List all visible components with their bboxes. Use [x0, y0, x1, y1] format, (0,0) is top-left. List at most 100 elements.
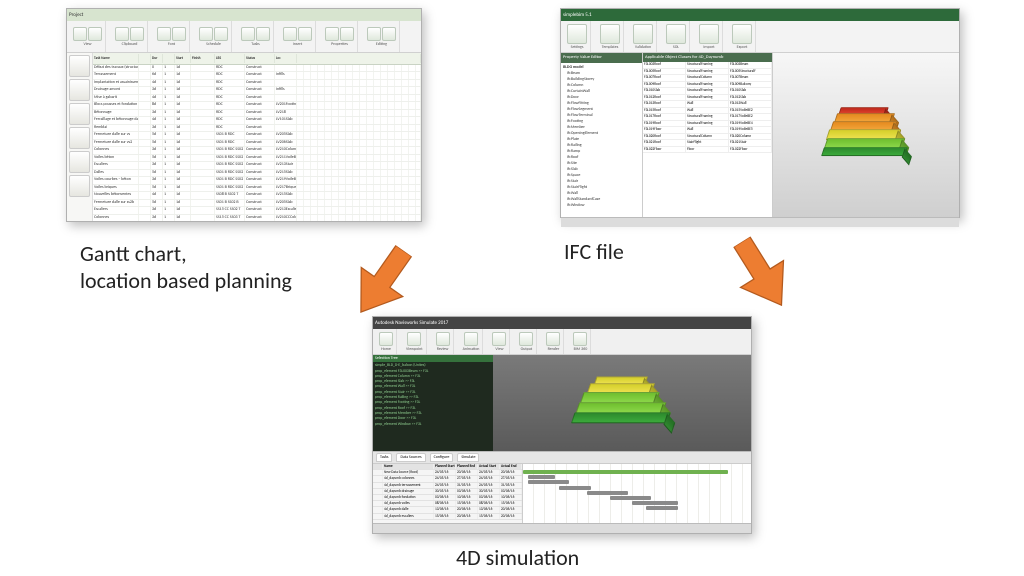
table-row[interactable]: Ferraillage et bétonnage dalle fosse asc…	[93, 117, 421, 125]
ribbon-button[interactable]	[340, 27, 354, 41]
column-header[interactable]: Dur	[151, 54, 163, 63]
tree-item[interactable]: prop_element Window >> F3L	[375, 422, 491, 427]
view-resource-button[interactable]	[69, 127, 90, 149]
gantt-bar[interactable]	[610, 496, 651, 500]
ribbon-button[interactable]	[492, 332, 506, 346]
column-header[interactable]	[163, 54, 175, 63]
ribbon-button[interactable]	[666, 24, 686, 44]
ribbon-button[interactable]	[464, 332, 478, 346]
table-row[interactable]: Colonnes3d11dSS15 CC SS03 TConstructLV21…	[93, 215, 421, 222]
ribbon-tab-label[interactable]: Review	[437, 347, 449, 352]
ifc-3d-viewport[interactable]	[773, 53, 959, 217]
table-row[interactable]: 4d_dayumb escaliers15/06/1620/06/1615/06…	[373, 514, 522, 520]
tab[interactable]: Data Sources	[396, 453, 425, 462]
column-header[interactable]: Task Name	[93, 54, 139, 63]
table-row[interactable]: Voiles béton5d11dSS01 B RDC SS02 TConstr…	[93, 155, 421, 163]
gantt-bar[interactable]	[528, 475, 555, 479]
ribbon-tab-label[interactable]: Viewpoint	[406, 347, 423, 352]
table-row[interactable]: Début des travaux (structure)011dRDCCons…	[93, 65, 421, 73]
table-row[interactable]: Fermeture dalle sur vs5d11dSS01 B RDCCon…	[93, 132, 421, 140]
ribbon-button[interactable]	[130, 27, 144, 41]
view-network-button[interactable]	[69, 79, 90, 101]
table-row[interactable]: Bétonnage3d11dRDCConstructLV218	[93, 110, 421, 118]
view-calendar-button[interactable]	[69, 103, 90, 125]
gantt-bar[interactable]	[528, 480, 569, 484]
table-row[interactable]: Escaliers3d11dSS15 CC SS02 TConstructLV2…	[93, 207, 421, 215]
ribbon-button[interactable]	[73, 27, 87, 41]
column-header[interactable]: Actual Start	[478, 464, 500, 469]
ribbon-button[interactable]	[573, 332, 587, 346]
ribbon-button[interactable]	[241, 27, 255, 41]
gantt-bar[interactable]	[587, 491, 628, 495]
ribbon-button[interactable]	[157, 27, 171, 41]
ribbon-button[interactable]	[199, 27, 213, 41]
table-row[interactable]: Escaliers3d11dSS01 B RDC SS02 TConstruct…	[93, 162, 421, 170]
ribbon-tab-label[interactable]: Home	[381, 347, 391, 352]
column-header[interactable]: Loc	[275, 54, 297, 63]
ribbon-button[interactable]	[88, 27, 102, 41]
ribbon-button[interactable]	[214, 27, 228, 41]
column-header[interactable]: LBS	[215, 54, 245, 63]
view-task-button[interactable]	[69, 151, 90, 173]
ribbon-button[interactable]	[519, 332, 533, 346]
ribbon-button[interactable]	[436, 332, 450, 346]
ribbon-tab-label[interactable]: Render	[548, 347, 560, 352]
view-report-button[interactable]	[69, 175, 90, 197]
table-row[interactable]: F3L022FloorFloorF3L022Floor	[643, 147, 772, 154]
ribbon-button[interactable]	[367, 27, 381, 41]
table-row[interactable]: Fermeture dalle sur vs25d11dSS01 B RDCCo…	[93, 140, 421, 148]
tab[interactable]: Configure	[430, 453, 454, 462]
gantt-bar[interactable]	[646, 506, 678, 510]
ribbon-button[interactable]	[115, 27, 129, 41]
table-row[interactable]: Mise à gabarit4d11dRDCConstruct	[93, 95, 421, 103]
column-header[interactable]: Start	[175, 54, 191, 63]
ribbon-button[interactable]	[172, 27, 186, 41]
table-row[interactable]: Colonnes3d11dSS01 B RDC SS02 TConstructL…	[93, 147, 421, 155]
table-row[interactable]: Dalles5d11dSS01 B RDC SS02 TConstructLV2…	[93, 170, 421, 178]
ribbon-button[interactable]	[283, 27, 297, 41]
gantt-bar[interactable]	[559, 486, 591, 490]
column-header[interactable]	[373, 464, 383, 469]
column-header[interactable]	[297, 54, 421, 63]
ribbon-tab-label[interactable]: Output	[521, 347, 533, 352]
table-row[interactable]: Voiles courbes – béton3d11dSS01 B RDC SS…	[93, 177, 421, 185]
ribbon-button[interactable]	[379, 332, 393, 346]
ribbon-tab-label[interactable]: BIM 360	[574, 347, 588, 352]
ribbon-button[interactable]	[567, 24, 587, 44]
tree-item[interactable]: IfcWindow	[563, 203, 640, 209]
table-row[interactable]: Remblai3d11dRDCConstruct	[93, 125, 421, 133]
column-header[interactable]: Planned Start	[434, 464, 456, 469]
tab[interactable]: Simulate	[457, 453, 479, 462]
column-header[interactable]	[139, 54, 151, 63]
ribbon-button[interactable]	[699, 24, 719, 44]
table-row[interactable]: Drainage amont3d11dRDCConstructInfills	[93, 87, 421, 95]
column-header[interactable]: Status	[245, 54, 275, 63]
table-row[interactable]: Voiles briques5d11dSS01 B RDC SS02 TCons…	[93, 185, 421, 193]
ribbon-button[interactable]	[546, 332, 560, 346]
gantt-bar[interactable]	[523, 470, 728, 474]
ribbon-button[interactable]	[256, 27, 270, 41]
table-row[interactable]: Terrassement6d11dRDCConstructInfills	[93, 72, 421, 80]
ribbon-tab-label[interactable]: Animation	[463, 347, 480, 352]
ribbon-button[interactable]	[298, 27, 312, 41]
column-header[interactable]: Planned End	[456, 464, 478, 469]
cell: F3L013Roof	[643, 101, 686, 107]
gantt-bar[interactable]	[632, 501, 678, 505]
ribbon-button[interactable]	[407, 332, 421, 346]
table-row[interactable]: Nouvelles bétonventes4d11dSS08 B SS02 TC…	[93, 192, 421, 200]
ribbon-button[interactable]	[633, 24, 653, 44]
table-row[interactable]: Blocs pousses et fondation8d11dRDCConstr…	[93, 102, 421, 110]
column-header[interactable]: Finish	[191, 54, 215, 63]
column-header[interactable]: Actual End	[500, 464, 522, 469]
ribbon-button[interactable]	[325, 27, 339, 41]
sim-3d-viewport[interactable]	[493, 355, 751, 451]
tab[interactable]: Tasks	[376, 453, 392, 462]
table-row[interactable]: Fermeture dalle sur ss2b5d11dSS01 B SS02…	[93, 200, 421, 208]
table-row[interactable]: Implantation et assainissement4d11dRDCCo…	[93, 80, 421, 88]
view-gantt-button[interactable]	[69, 55, 90, 77]
ribbon-tab-label[interactable]: View	[495, 347, 503, 352]
ribbon-button[interactable]	[732, 24, 752, 44]
ribbon-button[interactable]	[600, 24, 620, 44]
ribbon-button[interactable]	[382, 27, 396, 41]
column-header[interactable]: Name	[383, 464, 434, 469]
